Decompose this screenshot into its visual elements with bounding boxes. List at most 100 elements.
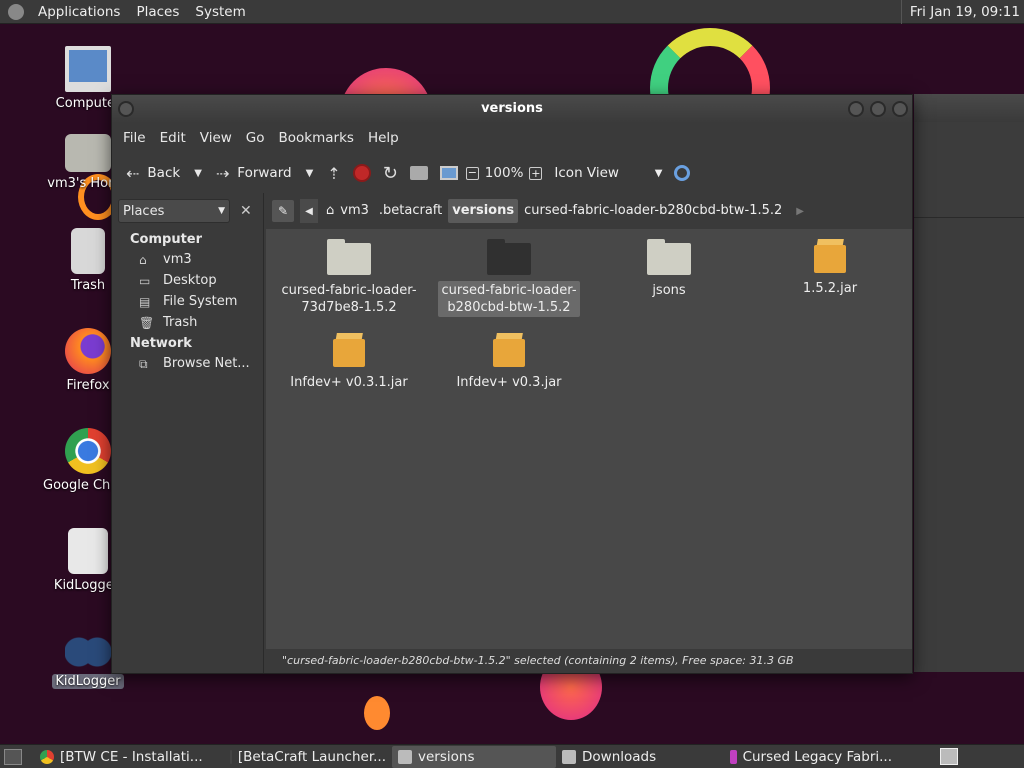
sidebar-item-browse-network[interactable]: ⧉ Browse Net... (112, 353, 263, 374)
file-item-jar[interactable]: Infdev+ v0.3.1.jar (274, 331, 424, 392)
view-mode-select[interactable]: Icon View ▼ (548, 157, 668, 189)
network-icon: ⧉ (139, 356, 148, 371)
menu-bookmarks[interactable]: Bookmarks (272, 130, 361, 146)
chevron-down-icon: ▼ (654, 167, 663, 179)
sidebar-item-desktop[interactable]: ▭ Desktop (112, 270, 263, 291)
close-button[interactable] (892, 101, 908, 117)
sidebar: Places ▼ ✕ Computer ⌂ vm3 ▭ Desktop ▤ File … (112, 193, 264, 673)
chrome-icon (65, 428, 111, 474)
zoom-out-icon: − (465, 165, 479, 180)
forward-button[interactable]: ⇢ Forward (210, 157, 298, 189)
forward-history-dropdown[interactable]: ▼ (298, 168, 322, 179)
crumb-vm3[interactable]: ⌂ vm3 (322, 199, 373, 223)
back-arrow-icon: ⇠ (126, 163, 140, 183)
chevron-down-icon: ▼ (218, 206, 225, 216)
task-downloads[interactable]: Downloads (556, 746, 724, 768)
back-button[interactable]: ⇠ Back (120, 157, 186, 189)
package-icon (491, 331, 527, 369)
task-betacraft-launcher[interactable]: [BetaCraft Launcher... (224, 746, 392, 768)
file-view[interactable]: cursed-fabric-loader- 73d7be8-1.5.2 curs… (266, 229, 912, 649)
reload-icon: ↻ (382, 162, 398, 184)
sidebar-header: Places ▼ ✕ (112, 193, 263, 229)
up-arrow-icon: ⇡ (327, 163, 341, 183)
home-icon: ⌂ (326, 203, 335, 218)
java-icon (230, 749, 232, 764)
edit-location-button[interactable]: ✎ (272, 200, 294, 222)
back-history-dropdown[interactable]: ▼ (186, 168, 210, 179)
sidebar-item-vm3[interactable]: ⌂ vm3 (112, 249, 263, 270)
sidebar-type-select[interactable]: Places ▼ (118, 199, 230, 223)
top-panel: Applications Places System Fri Jan 19, 0… (0, 0, 1024, 24)
status-bar: "cursed-fabric-loader-b280cbd-btw-1.5.2"… (266, 649, 912, 673)
breadcrumb-scroll-left[interactable]: ◀ (300, 199, 318, 223)
search-icon (674, 165, 691, 181)
breadcrumb-scroll-right[interactable]: ▶ (796, 206, 804, 217)
menu-bar: File Edit View Go Bookmarks Help (112, 123, 912, 153)
taskbar: [BTW CE - Installati... [BetaCraft Launc… (0, 744, 1024, 768)
sidebar-section-computer: Computer (130, 232, 203, 247)
file-item-jar[interactable]: 1.5.2.jar (755, 237, 905, 298)
firefox-icon (65, 328, 111, 374)
kidlogger-app-icon (68, 528, 108, 574)
package-icon (331, 331, 367, 369)
decorative-blob (364, 696, 390, 730)
computer-icon (65, 46, 111, 92)
home-button[interactable] (404, 157, 434, 189)
sidebar-item-file-system[interactable]: ▤ File System (112, 291, 263, 312)
window-title: versions (481, 101, 543, 116)
folder-icon (398, 749, 412, 764)
task-cursed-legacy-fabric[interactable]: Cursed Legacy Fabri... (724, 746, 898, 768)
menu-help[interactable]: Help (361, 130, 406, 146)
folder-icon (647, 239, 691, 275)
computer-icon (439, 166, 458, 180)
menu-edit[interactable]: Edit (153, 130, 193, 146)
window-menu-button[interactable] (118, 101, 134, 117)
background-window (914, 94, 1024, 672)
home-folder-icon (65, 134, 111, 172)
file-item-folder-selected[interactable]: cursed-fabric-loader- b280cbd-btw-1.5.2 (434, 239, 584, 317)
crumb-cursed-fabric-loader[interactable]: cursed-fabric-loader-b280cbd-btw-1.5.2 (520, 199, 786, 223)
computer-button[interactable] (434, 157, 464, 189)
window-titlebar[interactable]: versions (112, 95, 912, 123)
crumb-betacraft[interactable]: .betacraft (375, 199, 446, 223)
file-item-folder[interactable]: cursed-fabric-loader- 73d7be8-1.5.2 (274, 239, 424, 317)
breadcrumb: ⌂ vm3 .betacraft versions cursed-fabric-l… (322, 199, 788, 223)
menu-view[interactable]: View (193, 130, 239, 146)
sidebar-item-trash[interactable]: 🗑 Trash (112, 312, 263, 333)
task-btw-installation[interactable]: [BTW CE - Installati... (34, 746, 224, 768)
system-menu[interactable]: System (187, 0, 253, 24)
menu-go[interactable]: Go (239, 130, 272, 146)
maximize-button[interactable] (870, 101, 886, 117)
minimize-button[interactable] (848, 101, 864, 117)
file-manager-window: versions File Edit View Go Bookmarks Hel… (111, 94, 913, 674)
home-icon (409, 166, 428, 180)
close-sidebar-button[interactable]: ✕ (240, 203, 252, 219)
folder-icon (562, 749, 576, 764)
folder-icon (487, 239, 531, 275)
up-button[interactable]: ⇡ (321, 157, 346, 189)
file-item-folder[interactable]: jsons (594, 239, 744, 300)
clock[interactable]: Fri Jan 19, 09:11 (900, 0, 1020, 24)
stop-button[interactable] (347, 157, 377, 189)
forward-arrow-icon: ⇢ (215, 163, 230, 183)
crumb-versions[interactable]: versions (448, 199, 519, 223)
location-bar: ✎ ◀ ⌂ vm3 .betacraft versions cursed-fabr… (266, 193, 912, 229)
folder-icon (327, 239, 371, 275)
zoom-in-icon: + (529, 166, 543, 180)
zoom-level: 100% (484, 165, 524, 181)
search-button[interactable] (668, 157, 696, 189)
package-icon (812, 237, 848, 275)
task-versions[interactable]: versions (392, 745, 556, 768)
menu-file[interactable]: File (116, 130, 153, 146)
places-menu[interactable]: Places (128, 0, 187, 24)
drive-icon: ▤ (139, 294, 151, 309)
workspace-switcher[interactable] (940, 748, 958, 765)
zoom-in-button[interactable]: + (527, 157, 544, 189)
reload-button[interactable]: ↻ (377, 157, 404, 189)
mate-logo-icon[interactable] (8, 3, 24, 20)
zoom-out-button[interactable]: − (464, 157, 481, 189)
show-desktop-button[interactable] (4, 748, 22, 765)
file-item-jar[interactable]: Infdev+ v0.3.jar (434, 331, 584, 392)
applications-menu[interactable]: Applications (30, 0, 128, 24)
app-icon (730, 749, 737, 764)
